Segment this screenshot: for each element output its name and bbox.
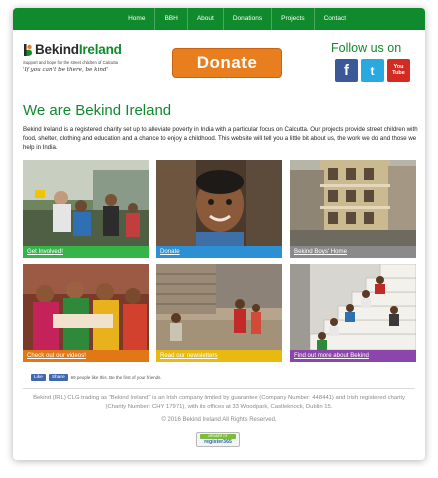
tile-donate[interactable]: Donate: [156, 160, 282, 258]
tile-caption: Bekind Boys' Home: [290, 246, 416, 258]
tile-photo-kids-stairs: [290, 264, 416, 350]
logo-brand-b: Ireland: [78, 42, 122, 57]
page-container: Home BBH About Donations Projects Contac…: [13, 8, 425, 460]
follow-us: Follow us on f t You Tube: [331, 41, 421, 82]
nav-contact[interactable]: Contact: [313, 8, 355, 30]
tile-boys-home[interactable]: Bekind Boys' Home: [290, 160, 416, 258]
logo-tagline: 'If you can't be there, be kind': [23, 67, 109, 73]
tile-caption: Read our newsletters: [156, 350, 282, 362]
tile-caption: Find out more about Bekind: [290, 350, 416, 362]
youtube-icon[interactable]: You Tube: [387, 59, 410, 82]
donate-button[interactable]: Donate: [172, 48, 282, 78]
twitter-icon[interactable]: t: [361, 59, 384, 82]
logo-brand-a: Bekind: [35, 42, 79, 57]
follow-title: Follow us on: [331, 41, 402, 55]
nav-donations[interactable]: Donations: [222, 8, 271, 30]
social-links: f t You Tube: [335, 59, 421, 82]
logo-title: Bekind Ireland: [23, 42, 122, 57]
facebook-icon[interactable]: f: [335, 59, 358, 82]
footer-divider: [23, 388, 415, 389]
tile-caption: Donate: [156, 246, 282, 258]
nav-projects[interactable]: Projects: [271, 8, 313, 30]
tile-photo-building: [290, 160, 416, 246]
tile-photo-street: [156, 264, 282, 350]
badge-brand: register365: [204, 439, 232, 445]
site-logo[interactable]: Bekind Ireland Support and hope for the …: [23, 42, 153, 82]
nav-bbh[interactable]: BBH: [154, 8, 186, 30]
fb-like-button[interactable]: Like: [31, 374, 46, 381]
register365-badge[interactable]: MEMBER OF register365: [196, 432, 240, 447]
tile-newsletters[interactable]: Read our newsletters: [156, 264, 282, 362]
facebook-like-widget: Like Share 69 people like this. Be the f…: [31, 374, 162, 381]
tile-caption: Get Involved!: [23, 246, 149, 258]
tile-videos[interactable]: Check out our videos!: [23, 264, 149, 362]
top-nav: Home BBH About Donations Projects Contac…: [13, 8, 425, 30]
tile-get-involved[interactable]: Get Involved!: [23, 160, 149, 258]
nav-home[interactable]: Home: [119, 8, 154, 30]
intro-text: Bekind Ireland is a registered charity s…: [23, 126, 418, 151]
logo-subtitle: Support and hope for the street children…: [23, 60, 118, 65]
footer-company-info: Bekind (IRL) CLG trading as "Bekind Irel…: [33, 395, 405, 410]
fb-like-count: 69 people like this. Be the first of you…: [70, 375, 162, 380]
page-heading: We are Bekind Ireland: [23, 102, 172, 119]
logo-mark-icon: [23, 43, 34, 57]
fb-share-button[interactable]: Share: [48, 374, 68, 381]
tile-photo-group-women: [23, 264, 149, 350]
tile-caption: Check out our videos!: [23, 350, 149, 362]
nav-about[interactable]: About: [186, 8, 223, 30]
footer-copyright: © 2016 Bekind Ireland All Rights Reserve…: [161, 417, 277, 423]
tile-photo-smiling-boy: [156, 160, 282, 246]
tile-about-bekind[interactable]: Find out more about Bekind: [290, 264, 416, 362]
tile-photo-children-playing: [23, 160, 149, 246]
